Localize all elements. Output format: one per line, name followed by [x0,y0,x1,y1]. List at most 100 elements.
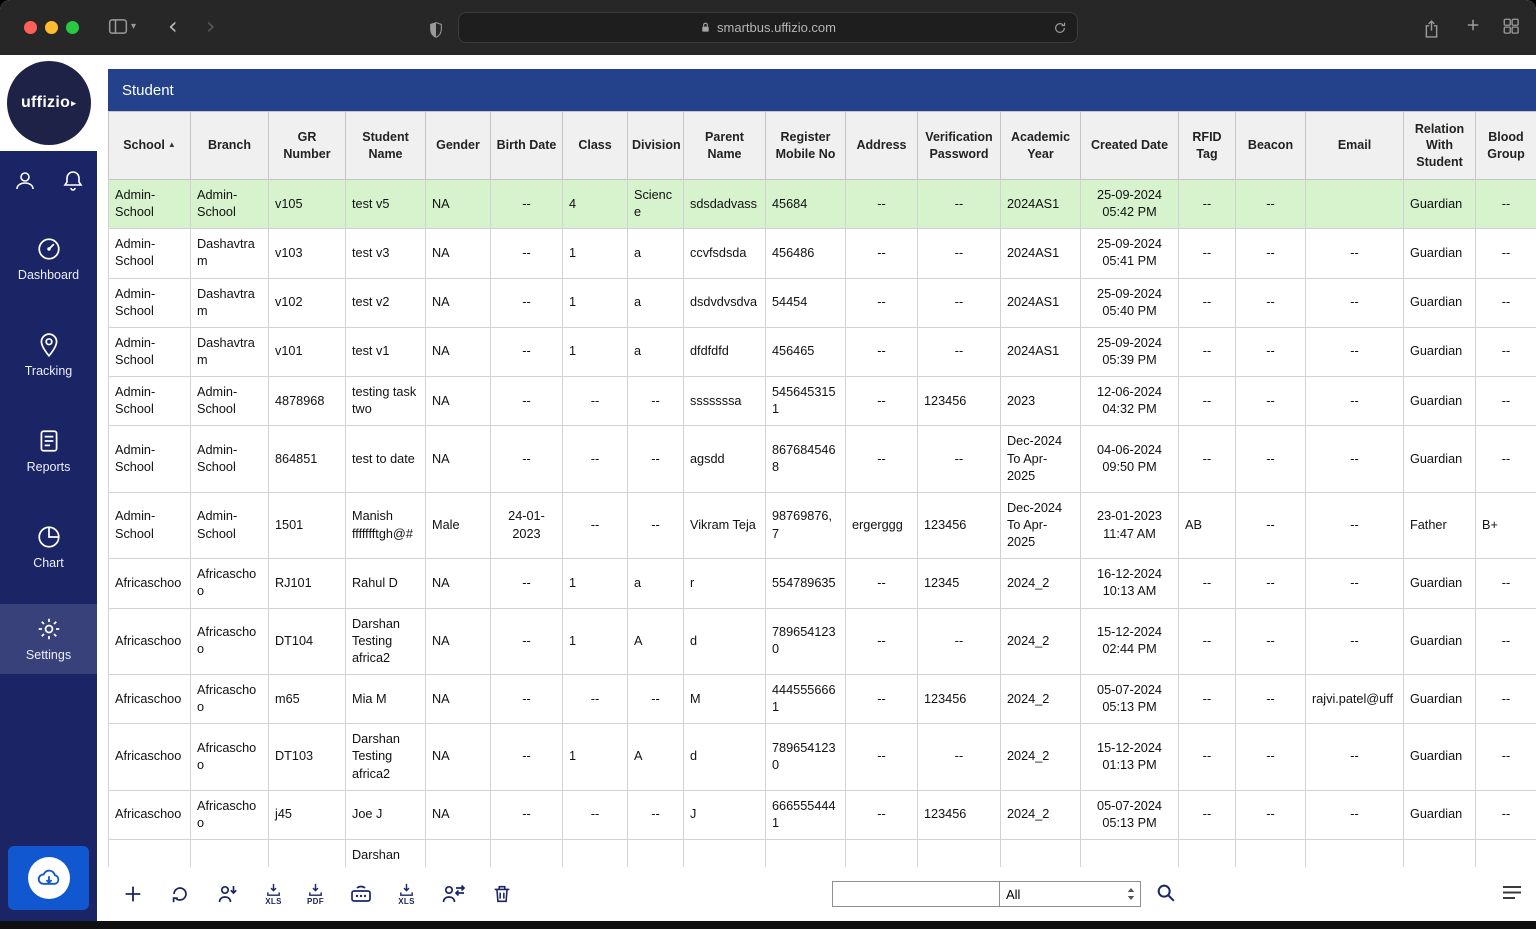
table-cell[interactable]: 1 [563,278,628,327]
table-cell[interactable]: -- [1236,492,1306,558]
table-cell[interactable]: dsdvdvsdva [684,278,766,327]
table-cell[interactable]: 05-07-2024 05:13 PM [1081,674,1179,723]
table-cell[interactable]: agsdd [684,426,766,492]
table-cell[interactable] [109,839,191,867]
table-cell[interactable]: -- [628,492,684,558]
table-cell[interactable]: -- [918,229,1001,278]
table-cell[interactable]: 7896541230 [766,724,846,790]
table-cell[interactable]: 1 [563,229,628,278]
table-cell[interactable]: -- [846,608,918,674]
table-cell[interactable]: -- [846,426,918,492]
table-cell[interactable]: -- [918,426,1001,492]
table-cell[interactable]: DT104 [269,608,346,674]
table-cell[interactable]: Guardian [1404,180,1476,229]
table-cell[interactable]: Dec-2024 To Apr-2025 [1001,492,1081,558]
table-cell[interactable]: d [684,608,766,674]
table-cell[interactable]: Guardian [1404,229,1476,278]
forward-button[interactable]: › [202,10,220,42]
table-cell[interactable] [563,839,628,867]
table-row[interactable]: AfricaschooAfricaschooRJ101Rahul DNA--1a… [109,559,1536,608]
table-cell[interactable]: 45684 [766,180,846,229]
cloud-sync-button[interactable] [8,846,89,910]
table-cell[interactable]: -- [1476,426,1536,492]
table-cell[interactable]: Admin-School [109,377,191,426]
table-cell[interactable] [191,839,269,867]
table-cell[interactable]: AB [1179,492,1236,558]
table-cell[interactable]: -- [1306,608,1404,674]
table-cell[interactable]: -- [846,327,918,376]
table-cell[interactable]: Admin-School [109,180,191,229]
table-cell[interactable]: Rahul D [346,559,426,608]
table-cell[interactable]: -- [491,377,563,426]
table-cell[interactable]: Guardian [1404,426,1476,492]
table-cell[interactable]: Guardian [1404,559,1476,608]
table-cell[interactable]: 2024_2 [1001,674,1081,723]
export-xls-button[interactable]: XLS [398,883,415,906]
table-cell[interactable]: 05-07-2024 05:13 PM [1081,790,1179,839]
table-cell[interactable]: Africaschoo [191,790,269,839]
table-cell[interactable]: -- [846,180,918,229]
reload-button[interactable] [1053,21,1067,38]
table-cell[interactable]: Dashavtram [191,327,269,376]
table-cell[interactable]: testing task two [346,377,426,426]
table-cell[interactable]: -- [1236,674,1306,723]
table-cell[interactable]: Africaschoo [109,790,191,839]
table-cell[interactable]: j45 [269,790,346,839]
table-cell[interactable]: -- [1236,426,1306,492]
table-cell[interactable] [426,839,491,867]
table-cell[interactable] [1001,839,1081,867]
table-cell[interactable]: 8676845468 [766,426,846,492]
table-cell[interactable]: NA [426,790,491,839]
table-cell[interactable]: -- [1476,724,1536,790]
table-cell[interactable]: -- [846,724,918,790]
table-cell[interactable]: -- [1179,278,1236,327]
table-cell[interactable]: NA [426,327,491,376]
table-cell[interactable]: -- [1476,790,1536,839]
table-cell[interactable] [766,839,846,867]
table-cell[interactable]: J [684,790,766,839]
table-cell[interactable]: Admin-School [109,426,191,492]
table-cell[interactable]: -- [491,229,563,278]
privacy-report-button[interactable] [424,16,448,44]
table-cell[interactable]: test v5 [346,180,426,229]
column-header[interactable]: Verification Password [918,112,1001,180]
table-cell[interactable]: -- [491,180,563,229]
table-cell[interactable]: test to date [346,426,426,492]
table-row[interactable]: AfricaschooAfricaschooDT104Darshan Testi… [109,608,1536,674]
table-cell[interactable]: DT103 [269,724,346,790]
table-cell[interactable]: -- [563,790,628,839]
table-cell[interactable]: -- [1476,229,1536,278]
column-header[interactable]: Academic Year [1001,112,1081,180]
table-cell[interactable] [846,839,918,867]
table-cell[interactable]: 12-06-2024 04:32 PM [1081,377,1179,426]
table-cell[interactable]: Father [1404,492,1476,558]
table-cell[interactable]: Admin-School [109,278,191,327]
sidebar-item-chart[interactable]: Chart [0,512,97,582]
table-cell[interactable]: Science [628,180,684,229]
table-cell[interactable]: a [628,278,684,327]
table-cell[interactable]: NA [426,426,491,492]
table-row[interactable]: AfricaschooAfricaschooDT103Darshan Testi… [109,724,1536,790]
table-cell[interactable] [491,839,563,867]
table-cell[interactable]: -- [918,180,1001,229]
table-cell[interactable] [1179,839,1236,867]
table-cell[interactable]: NA [426,229,491,278]
table-cell[interactable]: -- [1179,180,1236,229]
column-header[interactable]: Register Mobile No [766,112,846,180]
table-cell[interactable]: Africaschoo [109,674,191,723]
table-cell[interactable]: -- [491,278,563,327]
back-button[interactable]: ‹ [164,10,182,42]
table-cell[interactable] [269,839,346,867]
table-cell[interactable]: r [684,559,766,608]
table-cell[interactable]: -- [628,674,684,723]
column-header[interactable]: School▲ [109,112,191,180]
download-pdf-button[interactable]: PDF [307,883,324,906]
table-cell[interactable]: NA [426,180,491,229]
table-cell[interactable]: Africaschoo [109,559,191,608]
table-cell[interactable]: 6665554441 [766,790,846,839]
table-cell[interactable]: -- [1179,724,1236,790]
table-cell[interactable]: Guardian [1404,377,1476,426]
table-cell[interactable]: test v2 [346,278,426,327]
table-cell[interactable]: -- [491,559,563,608]
table-cell[interactable]: -- [491,724,563,790]
